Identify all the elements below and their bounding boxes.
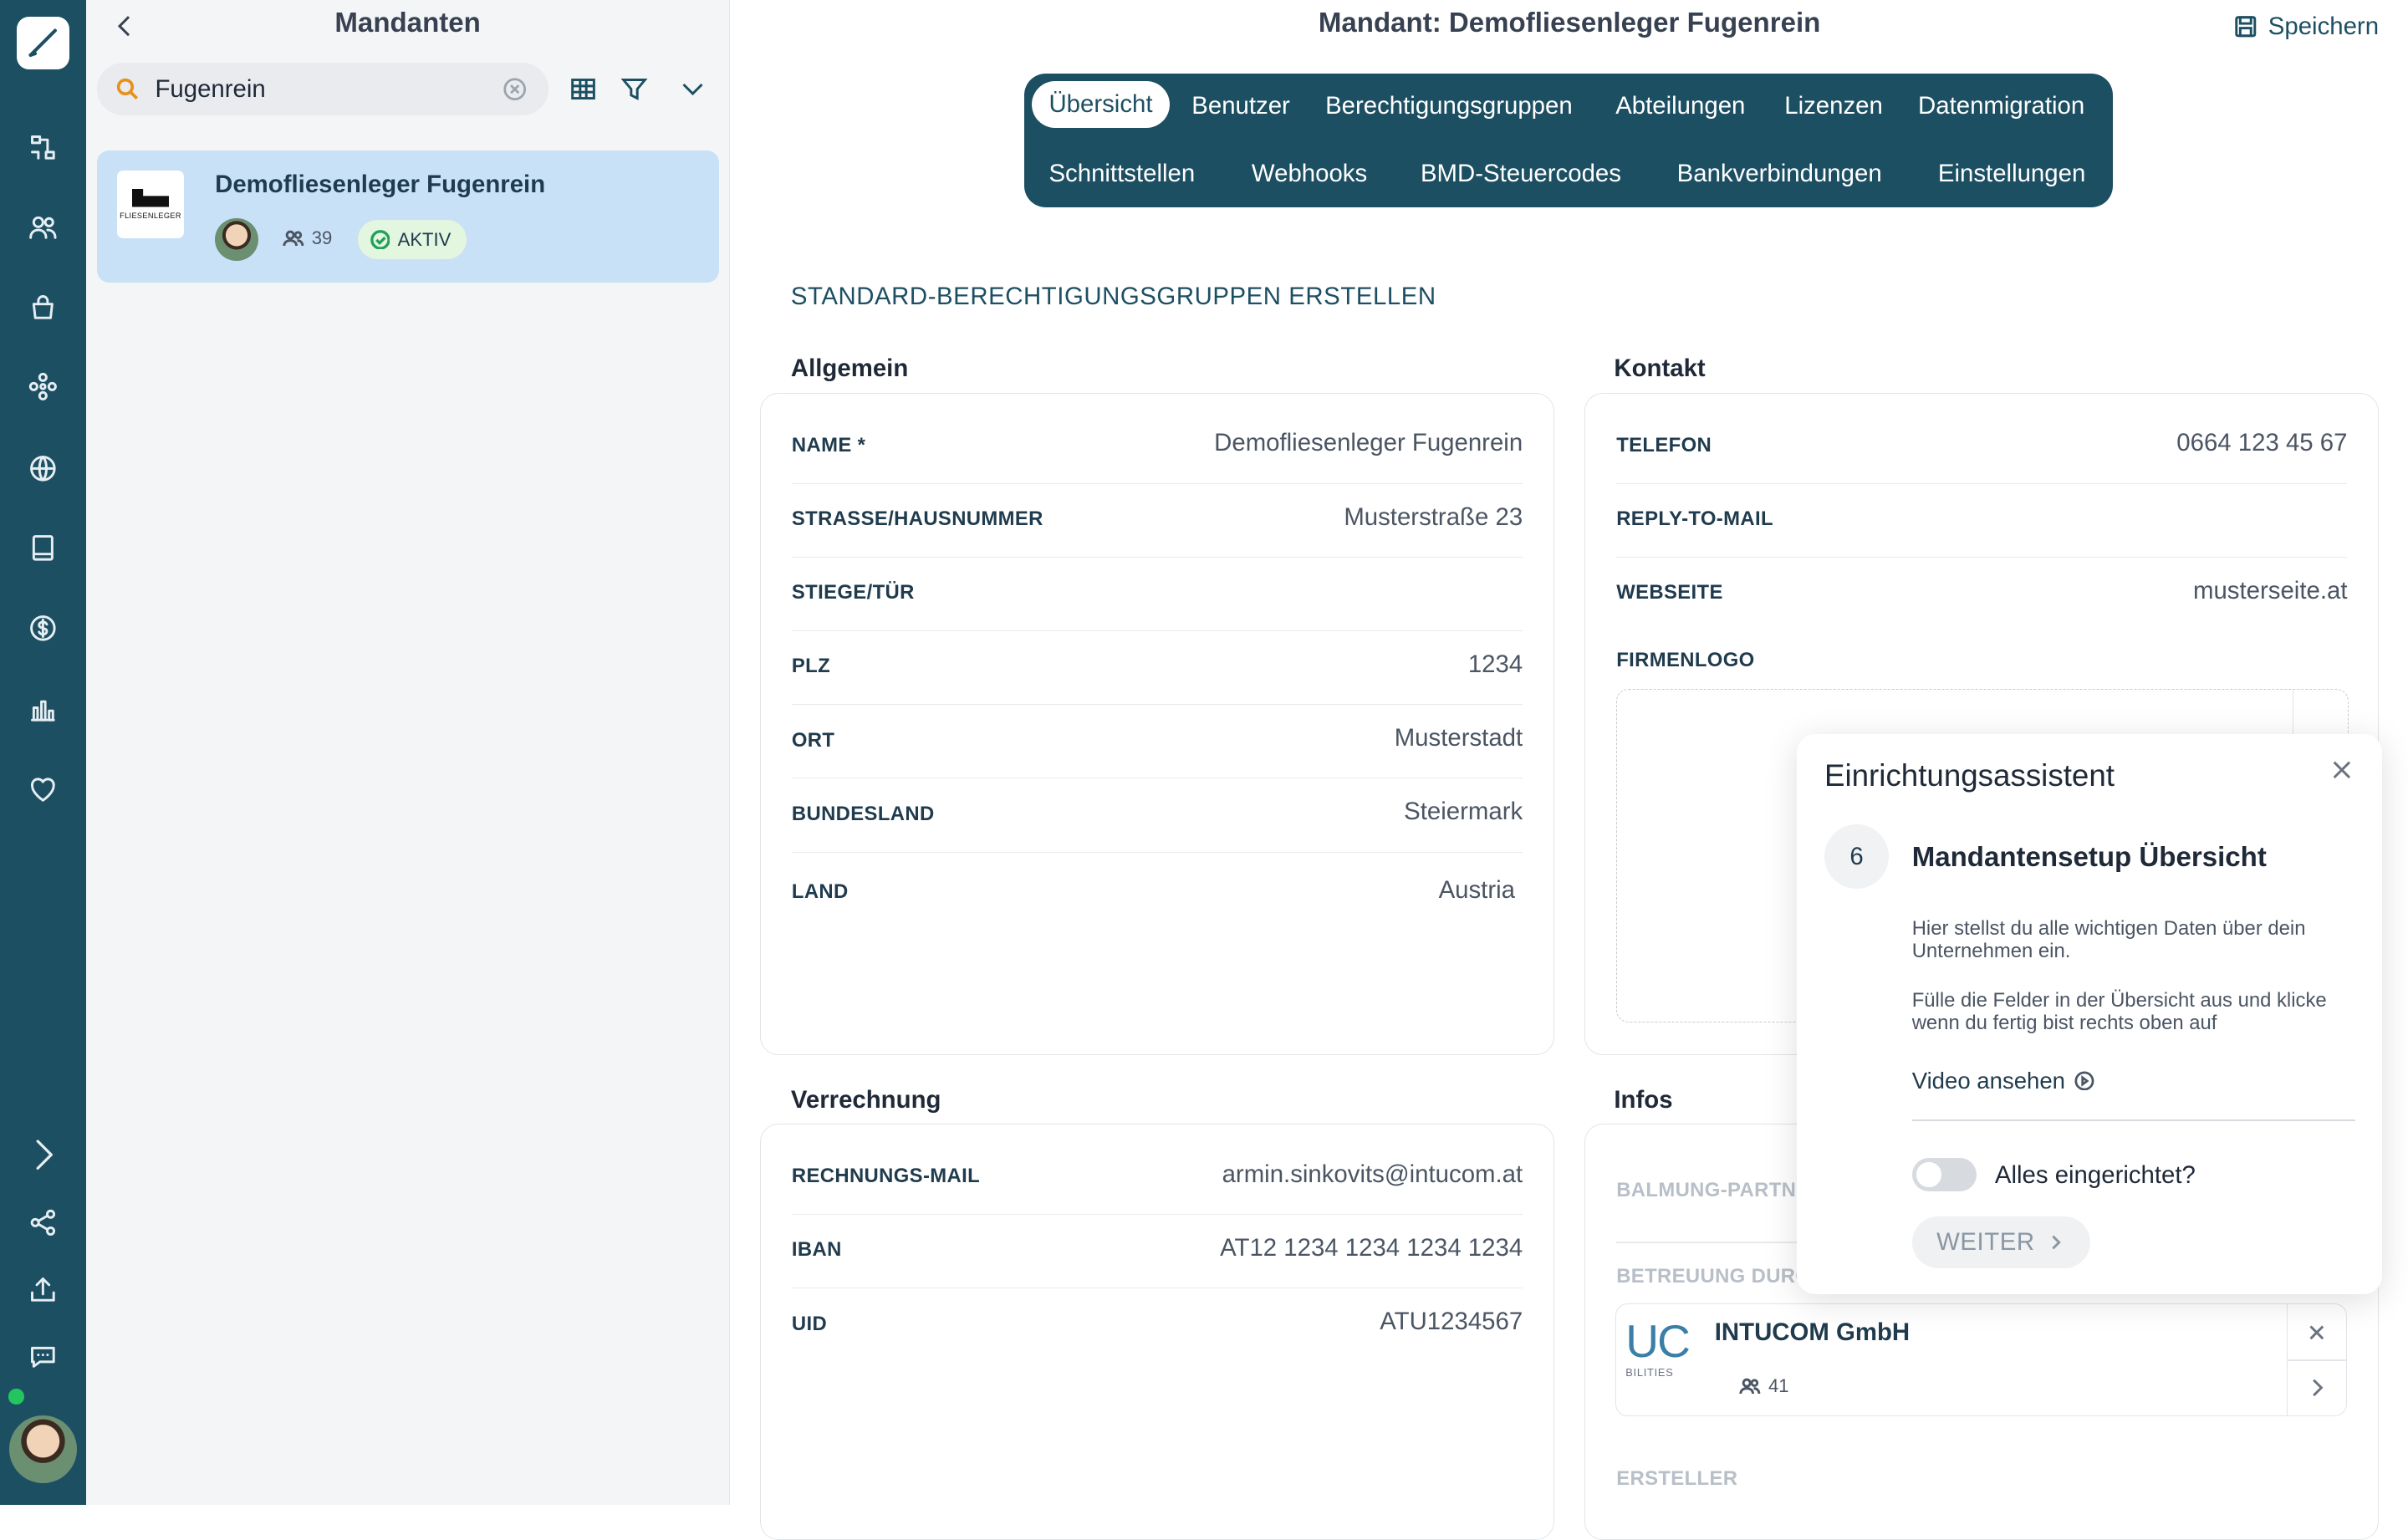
- field-stair-door[interactable]: STIEGE/TÜR: [791, 557, 1523, 632]
- field-webseite[interactable]: WEBSEITE musterseite.at: [1616, 557, 2347, 630]
- chat-icon[interactable]: [22, 1336, 64, 1379]
- divider: [1911, 1119, 2356, 1121]
- user-avatar[interactable]: [9, 1415, 77, 1484]
- assistant-text-2: Fülle die Felder in der Übersicht aus un…: [1911, 988, 2327, 1035]
- tab-abteilungen[interactable]: Abteilungen: [1615, 92, 1745, 120]
- create-default-groups-link[interactable]: STANDARD-BERECHTIGUNGSGRUPPEN ERSTELLEN: [791, 283, 1436, 311]
- firmenlogo-label: FIRMENLOGO: [1616, 649, 1755, 672]
- section-title-infos: Infos: [1614, 1085, 1673, 1114]
- chevron-right-icon: [2052, 1235, 2062, 1250]
- online-status-indicator: [8, 1388, 25, 1405]
- setup-complete-toggle[interactable]: [1911, 1157, 1977, 1192]
- chevron-right-icon[interactable]: [2306, 1377, 2328, 1399]
- partner-actions: [2286, 1304, 2346, 1415]
- save-icon: [2235, 16, 2257, 38]
- play-circle-icon: [2074, 1071, 2094, 1090]
- ersteller-label: ERSTELLER: [1616, 1467, 1738, 1491]
- client-logo: FLIESENLEGER: [116, 170, 185, 238]
- field-plz[interactable]: PLZ 1234: [791, 630, 1523, 706]
- section-title-verrechnung: Verrechnung: [790, 1085, 941, 1114]
- toggle-label: Alles eingerichtet?: [1994, 1160, 2196, 1189]
- partner-card[interactable]: UC BILITIES INTUCOM GmbH 41: [1615, 1303, 2347, 1416]
- tab-bankverbindungen[interactable]: Bankverbindungen: [1677, 160, 1882, 188]
- client-list-panel: Mandanten FLIESENLEGER Demofliesenleger …: [85, 0, 731, 1505]
- tab-einstellungen[interactable]: Einstellungen: [1938, 160, 2085, 188]
- logo-upload-button[interactable]: [2293, 689, 2349, 736]
- tab-uebersicht[interactable]: Übersicht: [1032, 81, 1170, 129]
- filter-icon[interactable]: [620, 75, 651, 106]
- step-number: 6: [1824, 824, 1890, 890]
- tab-lizenzen[interactable]: Lizenzen: [1784, 92, 1883, 120]
- balmung-partner-label: BALMUNG-PARTNER: [1616, 1178, 1825, 1201]
- users-icon[interactable]: [22, 206, 64, 248]
- field-street[interactable]: STRASSE/HAUSNUMMER Musterstraße 23: [791, 483, 1523, 558]
- book-icon[interactable]: [22, 527, 64, 569]
- video-link[interactable]: Video ansehen: [1912, 1068, 2094, 1094]
- list-title: Mandanten: [334, 8, 481, 39]
- tab-berechtigungsgruppen[interactable]: Berechtigungsgruppen: [1325, 92, 1573, 120]
- workflow-icon[interactable]: [22, 126, 64, 169]
- next-button[interactable]: WEITER: [1911, 1216, 2090, 1269]
- users-icon: [1739, 1378, 1761, 1395]
- search-icon: [115, 77, 140, 101]
- field-rechnungs-mail[interactable]: RECHNUNGS-MAIL armin.sinkovits@intucom.at: [791, 1140, 1523, 1215]
- field-reply-to-mail[interactable]: REPLY-TO-MAIL: [1616, 483, 2348, 558]
- tab-benutzer[interactable]: Benutzer: [1191, 92, 1290, 120]
- check-circle-icon: [370, 229, 390, 250]
- page-title: Mandant: Demofliesenleger Fugenrein: [1318, 8, 1821, 39]
- section-title-allgemein: Allgemein: [790, 354, 909, 383]
- upload-icon[interactable]: [22, 1268, 64, 1311]
- pen-logo-icon[interactable]: [17, 17, 69, 69]
- client-user-count: 39: [283, 227, 332, 249]
- partner-user-count: 41: [1739, 1375, 1789, 1397]
- heart-icon[interactable]: [22, 767, 64, 810]
- verrechnung-card: RECHNUNGS-MAIL armin.sinkovits@intucom.at…: [760, 1124, 1554, 1540]
- clear-search-icon[interactable]: [503, 77, 527, 101]
- remove-icon[interactable]: [2306, 1322, 2328, 1344]
- chevron-down-icon[interactable]: [679, 75, 710, 106]
- chart-icon[interactable]: [22, 688, 64, 731]
- tab-schnittstellen[interactable]: Schnittstellen: [1048, 160, 1195, 188]
- field-land[interactable]: LAND Austria: [792, 856, 1523, 930]
- dollar-icon[interactable]: [22, 606, 64, 649]
- partner-name: INTUCOM GmbH: [1714, 1318, 1911, 1346]
- status-badge: AKTIV: [357, 219, 467, 260]
- field-bundesland[interactable]: BUNDESLAND Steiermark: [791, 778, 1523, 853]
- assistant-title: Einrichtungsassistent: [1824, 758, 2115, 793]
- tab-datenmigration[interactable]: Datenmigration: [1918, 92, 2084, 120]
- client-avatar: [215, 217, 258, 262]
- field-iban[interactable]: IBAN AT12 1234 1234 1234 1234: [791, 1214, 1523, 1289]
- tab-webhooks[interactable]: Webhooks: [1252, 160, 1367, 188]
- users-icon: [283, 230, 304, 247]
- assistant-text-1: Hier stellst du alle wichtigen Daten übe…: [1911, 916, 2306, 963]
- assistant-heading: Mandantensetup Übersicht: [1911, 841, 2267, 873]
- network-icon[interactable]: [22, 365, 64, 408]
- field-name[interactable]: NAME * Demofliesenleger Fugenrein: [791, 410, 1523, 484]
- bag-icon[interactable]: [22, 286, 64, 329]
- globe-icon[interactable]: [22, 446, 64, 489]
- section-title-kontakt: Kontakt: [1614, 354, 1706, 383]
- allgemein-card: NAME * Demofliesenleger Fugenrein STRASSE…: [760, 393, 1554, 1055]
- client-name: Demofliesenleger Fugenrein: [215, 170, 546, 198]
- search-input[interactable]: [151, 73, 497, 105]
- table-view-icon[interactable]: [569, 75, 600, 106]
- field-uid[interactable]: UID ATU1234567: [792, 1288, 1523, 1361]
- tab-bmd-steuercodes[interactable]: BMD-Steuercodes: [1421, 160, 1621, 188]
- setup-assistant-popup: Einrichtungsassistent 6 Mandantensetup Ü…: [1796, 733, 2382, 1295]
- betreuung-label: BETREUUNG DURCH: [1616, 1264, 1825, 1288]
- client-card[interactable]: FLIESENLEGER Demofliesenleger Fugenrein …: [96, 150, 719, 283]
- partner-logo: UC BILITIES: [1625, 1315, 1691, 1379]
- expand-icon[interactable]: [22, 1133, 64, 1175]
- field-ort[interactable]: ORT Musterstadt: [791, 704, 1523, 779]
- share-icon[interactable]: [22, 1201, 64, 1243]
- tab-bar: Übersicht Benutzer Berechtigungsgruppen …: [1024, 74, 2114, 207]
- app-rail: [0, 0, 86, 1505]
- search-field[interactable]: [96, 63, 548, 115]
- save-button[interactable]: Speichern: [2234, 13, 2379, 41]
- field-telefon[interactable]: TELEFON 0664 123 45 67: [1616, 410, 2348, 484]
- close-icon[interactable]: [2331, 758, 2353, 780]
